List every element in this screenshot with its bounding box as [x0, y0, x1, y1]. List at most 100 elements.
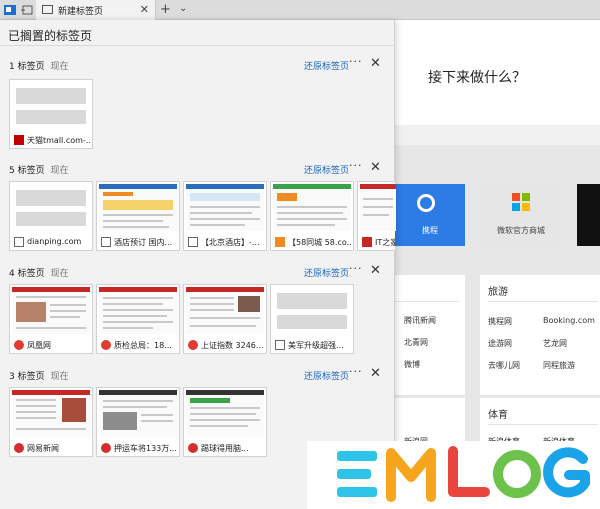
news-link[interactable]: 微博	[404, 359, 420, 370]
travel-link[interactable]: 同程旅游	[543, 360, 575, 371]
tab-thumbnail[interactable]: 上证指数 3246...	[183, 284, 267, 354]
tab-thumbnail[interactable]: 押运车将133万...	[96, 387, 180, 457]
more-options-icon[interactable]: ···	[349, 55, 363, 68]
tab-thumbnail[interactable]: 美军升级超强...	[270, 284, 354, 354]
card-heading: 体育	[488, 410, 508, 421]
tab-thumbnail[interactable]: 质检总局：18...	[96, 284, 180, 354]
tab-thumbnail[interactable]: 【58同城 58.co...	[270, 181, 354, 251]
divider	[395, 301, 459, 302]
group-header: 5 标签页 现在	[9, 163, 69, 176]
page-icon	[14, 237, 24, 247]
tab-thumbnail[interactable]: 酒店预订 国内...	[96, 181, 180, 251]
tab-caption: IT之家	[375, 238, 395, 247]
news-card: 腾讯新闻 北青网 微博	[395, 275, 465, 395]
close-group-icon[interactable]: ✕	[370, 160, 381, 175]
restore-tabs-link[interactable]: 还原标签页	[304, 266, 349, 279]
tab-caption: 上证指数 3246...	[201, 341, 264, 350]
tab-preview-icon[interactable]	[3, 3, 17, 17]
tab-thumbnail[interactable]: 踢球得用脑...	[183, 387, 267, 457]
tab-thumbnail[interactable]: dianping.com	[9, 181, 93, 251]
page-preview	[186, 287, 264, 334]
ifeng-icon	[188, 340, 198, 350]
more-options-icon[interactable]: ···	[349, 159, 363, 172]
tab-dropdown-icon[interactable]: ⌄	[179, 3, 187, 14]
travel-link[interactable]: Booking.com	[543, 316, 595, 325]
tab-caption: 酒店预订 国内...	[114, 238, 173, 247]
travel-link[interactable]: 去哪儿网	[488, 360, 520, 371]
tab-thumbnail[interactable]: 网易新闻	[9, 387, 93, 457]
tab-caption: 凤凰网	[27, 341, 51, 350]
divider	[0, 45, 395, 46]
tab-new-tab[interactable]: 新建标签页 ✕	[36, 0, 156, 20]
tab-caption: 美军升级超强...	[288, 341, 344, 350]
new-tab-question: 接下来做什么？	[428, 70, 526, 86]
tmall-icon	[14, 135, 24, 145]
group-header: 4 标签页 现在	[9, 266, 69, 279]
new-tab-page: 接下来做什么？ 携程 微软官方商城 腾讯新闻 北青网 微博 旅游 携程网 Boo…	[395, 20, 600, 509]
tab-caption: 【北京酒店】-...	[201, 238, 260, 247]
tab-caption: 天猫tmall.com-...	[27, 136, 91, 145]
page-preview	[186, 184, 264, 231]
ctrip-icon	[417, 194, 435, 212]
netease-icon	[14, 443, 24, 453]
tab-page-icon	[42, 5, 53, 14]
tab-thumbnail[interactable]: 天猫tmall.com-...	[9, 79, 93, 149]
tile-microsoft-store[interactable]: 微软官方商城	[481, 184, 561, 246]
netease-icon	[101, 443, 111, 453]
group-count: 4 标签页	[9, 269, 45, 279]
tab-thumbnail[interactable]: 凤凰网	[9, 284, 93, 354]
travel-link[interactable]: 艺龙网	[543, 338, 567, 349]
group-count: 3 标签页	[9, 372, 45, 382]
page-preview	[186, 390, 264, 437]
tile-label: 微软官方商城	[497, 226, 545, 235]
more-options-icon[interactable]: ···	[349, 262, 363, 275]
tab-thumbnail[interactable]: 【北京酒店】-...	[183, 181, 267, 251]
feed-strip	[395, 125, 600, 145]
close-group-icon[interactable]: ✕	[370, 263, 381, 278]
set-aside-tabs-icon[interactable]	[20, 3, 34, 17]
travel-card: 旅游 携程网 Booking.com 途游网 艺龙网 去哪儿网 同程旅游	[480, 275, 600, 395]
more-options-icon[interactable]: ···	[349, 365, 363, 378]
page-preview	[99, 390, 177, 437]
tab-caption: dianping.com	[27, 237, 82, 246]
page-preview	[12, 390, 90, 437]
page-preview	[273, 287, 351, 334]
new-tab-button[interactable]: +	[160, 2, 171, 17]
news-link[interactable]: 北青网	[404, 337, 428, 348]
card-heading: 旅游	[488, 287, 508, 298]
tile-partial[interactable]	[577, 184, 600, 246]
page-icon	[101, 237, 111, 247]
restore-tabs-link[interactable]: 还原标签页	[304, 59, 349, 72]
group-header: 1 标签页 现在	[9, 59, 69, 72]
tab-close-icon[interactable]: ✕	[140, 3, 149, 16]
group-time: 现在	[50, 166, 69, 176]
restore-tabs-link[interactable]: 还原标签页	[304, 163, 349, 176]
travel-link[interactable]: 途游网	[488, 338, 512, 349]
group-header: 3 标签页 现在	[9, 369, 69, 382]
tab-bar: 新建标签页 ✕ + ⌄	[0, 0, 600, 20]
tab-thumbnail[interactable]: IT之家	[357, 181, 396, 251]
tile-ctrip[interactable]: 携程	[395, 184, 465, 246]
tab-caption: 押运车将133万...	[114, 444, 177, 453]
emlog-logo	[337, 446, 590, 502]
close-group-icon[interactable]: ✕	[370, 366, 381, 381]
group-time: 现在	[50, 372, 69, 382]
microsoft-logo-icon	[512, 193, 530, 211]
page-preview	[360, 184, 396, 231]
divider	[488, 424, 598, 425]
page-preview	[99, 184, 177, 231]
tab-caption: 【58同城 58.co...	[288, 238, 352, 247]
emlog-watermark	[307, 441, 600, 509]
news-link[interactable]: 腾讯新闻	[404, 315, 436, 326]
page-icon	[188, 237, 198, 247]
ifeng-icon	[101, 340, 111, 350]
page-icon	[275, 340, 285, 350]
ithome-icon	[362, 237, 372, 247]
set-aside-tabs-panel: 已搁置的标签页 1 标签页 现在 还原标签页 ··· ✕ 天猫tmall.com-…	[0, 20, 396, 509]
restore-tabs-link[interactable]: 还原标签页	[304, 369, 349, 382]
page-preview	[273, 184, 351, 231]
page-preview	[12, 82, 90, 129]
group-time: 现在	[50, 269, 69, 279]
travel-link[interactable]: 携程网	[488, 316, 512, 327]
close-group-icon[interactable]: ✕	[370, 56, 381, 71]
